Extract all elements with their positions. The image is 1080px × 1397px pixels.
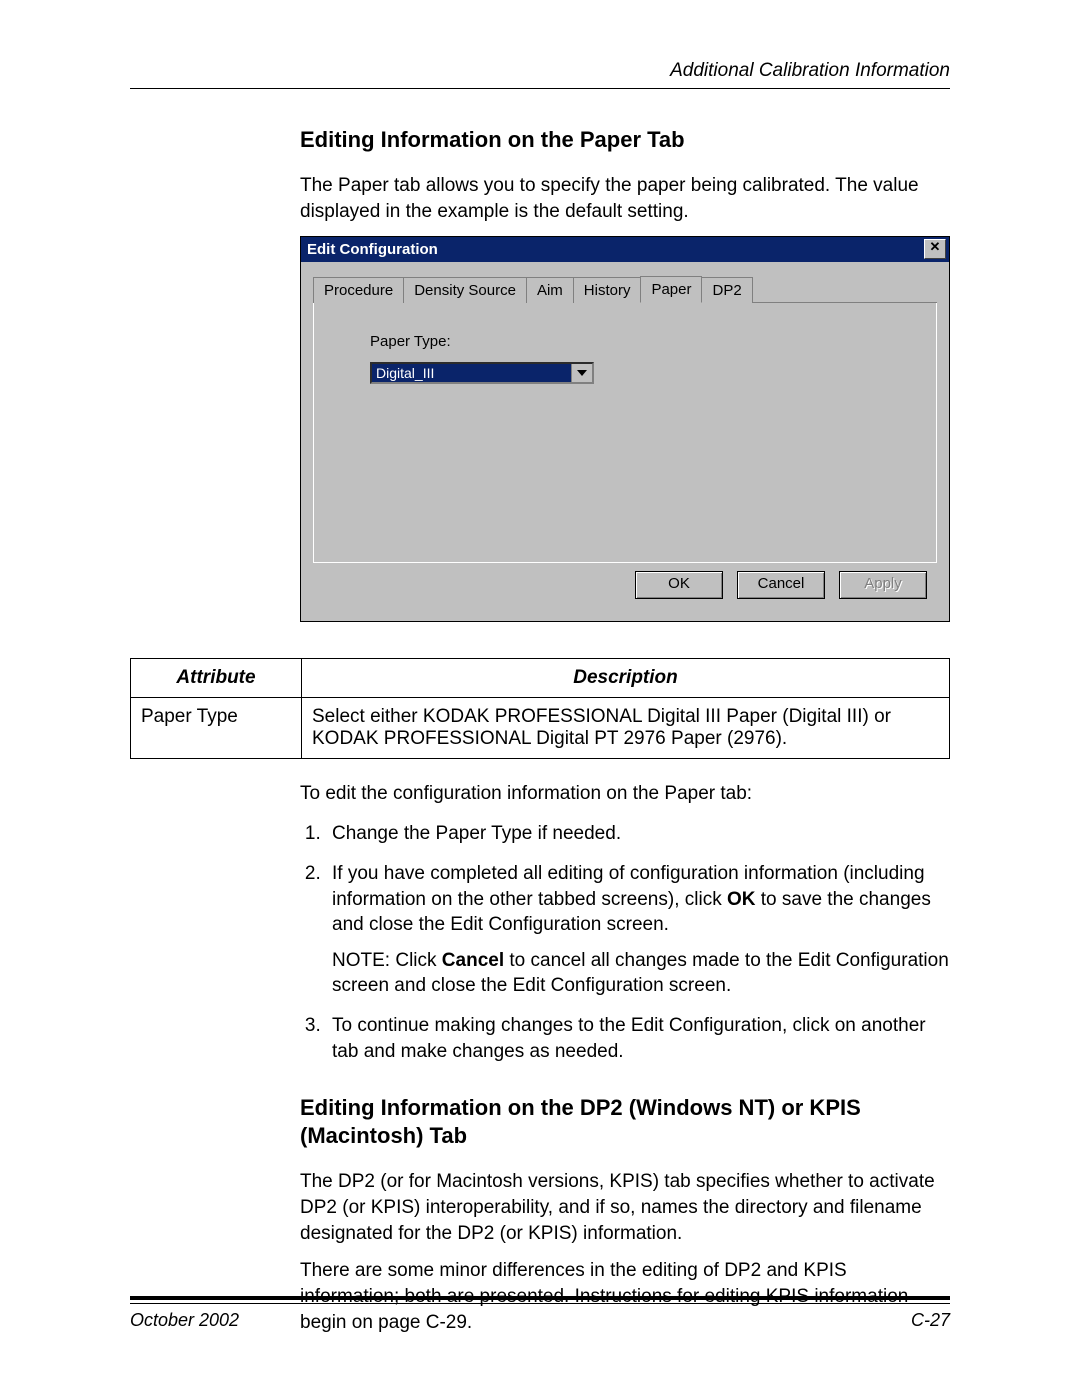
table-row: Paper Type Select either KODAK PROFESSIO… xyxy=(131,698,950,759)
tab-row: Procedure Density Source Aim History Pap… xyxy=(313,274,937,303)
chevron-down-icon[interactable] xyxy=(571,364,592,382)
footer-rule-thin xyxy=(130,1303,950,1304)
edit-configuration-dialog: Edit Configuration ✕ Procedure Density S… xyxy=(300,236,950,622)
apply-button: Apply xyxy=(839,571,927,599)
tab-density-source[interactable]: Density Source xyxy=(403,277,527,303)
step-2-ok: OK xyxy=(727,889,756,910)
attribute-table: Attribute Description Paper Type Select … xyxy=(130,658,950,759)
steps-list: Change the Paper Type if needed. If you … xyxy=(300,821,950,1064)
section2-p1: The DP2 (or for Macintosh versions, KPIS… xyxy=(300,1169,950,1246)
tab-aim[interactable]: Aim xyxy=(526,277,574,303)
cancel-button[interactable]: Cancel xyxy=(737,571,825,599)
tab-paper[interactable]: Paper xyxy=(640,276,702,303)
section-title-dp2-tab: Editing Information on the DP2 (Windows … xyxy=(300,1094,950,1149)
close-icon[interactable]: ✕ xyxy=(924,239,946,259)
table-cell-desc: Select either KODAK PROFESSIONAL Digital… xyxy=(302,698,950,759)
dialog-title: Edit Configuration xyxy=(307,241,438,258)
footer-date: October 2002 xyxy=(130,1310,239,1331)
note-text-a: Click xyxy=(395,950,441,971)
page-footer: October 2002 C-27 xyxy=(130,1288,950,1331)
footer-rule-thick xyxy=(130,1296,950,1300)
table-header-attribute: Attribute xyxy=(131,659,302,698)
section-title-paper-tab: Editing Information on the Paper Tab xyxy=(300,127,950,153)
running-header: Additional Calibration Information xyxy=(130,60,950,82)
table-cell-attr: Paper Type xyxy=(131,698,302,759)
paper-type-dropdown[interactable]: Digital_III xyxy=(370,362,594,384)
section-intro-paper-tab: The Paper tab allows you to specify the … xyxy=(300,173,950,224)
tab-dp2[interactable]: DP2 xyxy=(701,277,752,303)
steps-intro: To edit the configuration information on… xyxy=(300,783,950,805)
step-2-note: NOTE: Click Cancel to cancel all changes… xyxy=(332,948,950,999)
paper-type-label: Paper Type: xyxy=(370,333,912,350)
tab-procedure[interactable]: Procedure xyxy=(313,277,404,303)
tab-history[interactable]: History xyxy=(573,277,642,303)
note-label: NOTE: xyxy=(332,950,390,971)
tab-content-paper: Paper Type: Digital_III xyxy=(313,303,937,563)
note-cancel: Cancel xyxy=(442,950,504,971)
header-rule xyxy=(130,88,950,89)
table-header-description: Description xyxy=(302,659,950,698)
step-3: To continue making changes to the Edit C… xyxy=(326,1013,950,1064)
step-2: If you have completed all editing of con… xyxy=(326,861,950,999)
paper-type-value: Digital_III xyxy=(372,364,571,382)
dialog-titlebar: Edit Configuration ✕ xyxy=(301,237,949,262)
step-1: Change the Paper Type if needed. xyxy=(326,821,950,847)
footer-page: C-27 xyxy=(911,1310,950,1331)
dialog-button-row: OK Cancel Apply xyxy=(313,563,937,609)
ok-button[interactable]: OK xyxy=(635,571,723,599)
